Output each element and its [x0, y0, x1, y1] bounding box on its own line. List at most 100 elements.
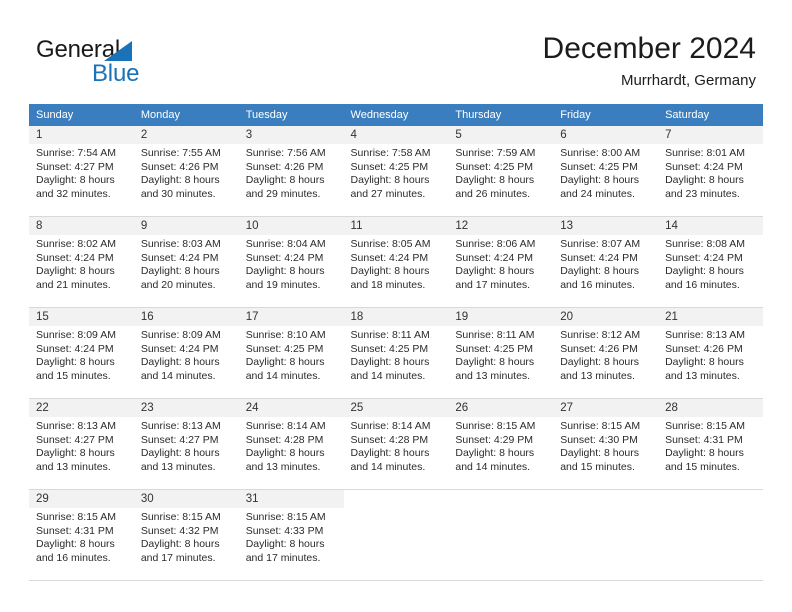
day-number: 10 — [238, 217, 344, 235]
calendar-day-cell[interactable]: 2 Sunrise: 7:55 AM Sunset: 4:26 PM Daylight… — [133, 126, 239, 217]
day-sun-info — [658, 508, 763, 511]
day-sun-info — [448, 508, 553, 511]
calendar-day-cell[interactable]: 12 Sunrise: 8:06 AM Sunset: 4:24 PM Dayligh… — [448, 216, 554, 308]
calendar-day-cell[interactable]: 8 Sunrise: 8:02 AM Sunset: 4:24 PM Daylight… — [29, 216, 134, 308]
sunset-time: Sunset: 4:24 PM — [140, 342, 219, 355]
calendar-day-cell[interactable]: 29 Sunrise: 8:15 AM Sunset: 4:31 PM Dayligh… — [29, 489, 134, 581]
day-cell-inner: 14 Sunrise: 8:08 AM Sunset: 4:24 PM Dayligh… — [658, 217, 763, 307]
day-cell-inner: 22 Sunrise: 8:13 AM Sunset: 4:27 PM Dayligh… — [29, 399, 134, 489]
calendar-day-cell[interactable]: 30 Sunrise: 8:15 AM Sunset: 4:32 PM Dayligh… — [133, 489, 239, 581]
calendar-day-cell[interactable]: 25 Sunrise: 8:14 AM Sunset: 4:28 PM Dayligh… — [343, 398, 449, 490]
calendar-day-cell[interactable]: 20 Sunrise: 8:12 AM Sunset: 4:26 PM Dayligh… — [553, 307, 659, 399]
day-sun-info: Sunrise: 8:10 AM Sunset: 4:25 PM Daylight:… — [239, 326, 344, 383]
day-number: 12 — [448, 217, 554, 235]
day-sun-info: Sunrise: 8:15 AM Sunset: 4:29 PM Daylight:… — [448, 417, 553, 474]
calendar-day-cell[interactable]: 22 Sunrise: 8:13 AM Sunset: 4:27 PM Dayligh… — [29, 398, 134, 490]
sunset-time: Sunset: 4:27 PM — [36, 433, 114, 446]
calendar-day-cell[interactable]: 14 Sunrise: 8:08 AM Sunset: 4:24 PM Dayligh… — [658, 216, 763, 308]
sunset-time: Sunset: 4:26 PM — [140, 160, 219, 173]
daylight-duration-line2: and 19 minutes. — [245, 278, 321, 291]
day-sun-info — [344, 508, 449, 511]
daylight-duration-line1: Daylight: 8 hours — [36, 538, 115, 551]
sunrise-time: Sunrise: 8:11 AM — [455, 329, 535, 341]
day-cell-inner: 21 Sunrise: 8:13 AM Sunset: 4:26 PM Dayligh… — [658, 308, 763, 398]
sunrise-time: Sunrise: 8:01 AM — [665, 147, 746, 159]
calendar-day-cell[interactable]: 7 Sunrise: 8:01 AM Sunset: 4:24 PM Daylight… — [658, 126, 763, 217]
day-cell-inner: 15 Sunrise: 8:09 AM Sunset: 4:24 PM Dayligh… — [29, 308, 134, 398]
daylight-duration-line2: and 16 minutes. — [665, 278, 740, 291]
calendar-day-cell[interactable]: 21 Sunrise: 8:13 AM Sunset: 4:26 PM Dayligh… — [658, 307, 763, 399]
sunrise-time: Sunrise: 8:04 AM — [245, 238, 326, 250]
calendar-day-cell[interactable]: 3 Sunrise: 7:56 AM Sunset: 4:26 PM Daylight… — [238, 126, 344, 217]
sunset-time: Sunset: 4:26 PM — [665, 342, 743, 355]
calendar-day-cell[interactable]: 5 Sunrise: 7:59 AM Sunset: 4:25 PM Daylight… — [448, 126, 554, 217]
general-blue-logo[interactable]: General Blue — [36, 36, 236, 92]
calendar-day-cell[interactable]: 13 Sunrise: 8:07 AM Sunset: 4:24 PM Dayligh… — [553, 216, 659, 308]
calendar-day-cell[interactable]: 10 Sunrise: 8:04 AM Sunset: 4:24 PM Dayligh… — [238, 216, 344, 308]
day-sun-info: Sunrise: 8:09 AM Sunset: 4:24 PM Daylight:… — [134, 326, 239, 383]
calendar-day-cell-empty — [553, 489, 659, 581]
calendar-week-row: 22 Sunrise: 8:13 AM Sunset: 4:27 PM Dayligh… — [29, 398, 763, 490]
calendar-day-cell[interactable]: 17 Sunrise: 8:10 AM Sunset: 4:25 PM Dayligh… — [238, 307, 344, 399]
sunrise-time: Sunrise: 8:02 AM — [36, 238, 116, 250]
calendar-day-cell[interactable]: 19 Sunrise: 8:11 AM Sunset: 4:25 PM Dayligh… — [448, 307, 554, 399]
daylight-duration-line1: Daylight: 8 hours — [140, 447, 220, 460]
day-sun-info: Sunrise: 8:09 AM Sunset: 4:24 PM Daylight:… — [29, 326, 134, 383]
sunset-time: Sunset: 4:31 PM — [665, 433, 743, 446]
sunset-time: Sunset: 4:24 PM — [665, 160, 743, 173]
sunset-time: Sunset: 4:25 PM — [350, 342, 429, 355]
day-number: 28 — [658, 399, 763, 417]
weekday-header-thursday: Thursday — [448, 104, 554, 126]
day-sun-info: Sunrise: 8:15 AM Sunset: 4:32 PM Daylight:… — [134, 508, 239, 565]
sunset-time: Sunset: 4:29 PM — [455, 433, 534, 446]
calendar-day-cell[interactable]: 27 Sunrise: 8:15 AM Sunset: 4:30 PM Dayligh… — [553, 398, 659, 490]
calendar-day-cell[interactable]: 1 Sunrise: 7:54 AM Sunset: 4:27 PM Daylight… — [29, 126, 134, 217]
daylight-duration-line1: Daylight: 8 hours — [350, 356, 430, 369]
day-number: 4 — [343, 126, 449, 144]
daylight-duration-line1: Daylight: 8 hours — [665, 356, 744, 369]
sunset-time: Sunset: 4:27 PM — [36, 160, 114, 173]
daylight-duration-line1: Daylight: 8 hours — [245, 538, 325, 551]
daylight-duration-line1: Daylight: 8 hours — [665, 447, 744, 460]
daylight-duration-line2: and 15 minutes. — [560, 460, 635, 473]
day-cell-inner: 25 Sunrise: 8:14 AM Sunset: 4:28 PM Dayligh… — [343, 399, 449, 489]
sunrise-time: Sunrise: 8:05 AM — [350, 238, 431, 250]
daylight-duration-line1: Daylight: 8 hours — [350, 174, 430, 187]
day-sun-info: Sunrise: 8:15 AM Sunset: 4:31 PM Daylight:… — [658, 417, 763, 474]
sunset-time: Sunset: 4:24 PM — [350, 251, 429, 264]
calendar-day-cell-empty — [343, 489, 449, 581]
calendar-day-cell[interactable]: 23 Sunrise: 8:13 AM Sunset: 4:27 PM Dayligh… — [133, 398, 239, 490]
daylight-duration-line2: and 16 minutes. — [560, 278, 635, 291]
sunrise-time: Sunrise: 8:15 AM — [36, 511, 116, 523]
calendar-week-row: 15 Sunrise: 8:09 AM Sunset: 4:24 PM Dayligh… — [29, 307, 763, 399]
day-number: 22 — [29, 399, 134, 417]
sunset-time: Sunset: 4:24 PM — [560, 251, 638, 264]
daylight-duration-line1: Daylight: 8 hours — [665, 174, 744, 187]
calendar-day-cell[interactable]: 16 Sunrise: 8:09 AM Sunset: 4:24 PM Dayligh… — [133, 307, 239, 399]
weekday-header-friday: Friday — [553, 104, 659, 126]
calendar-day-cell[interactable]: 4 Sunrise: 7:58 AM Sunset: 4:25 PM Daylight… — [343, 126, 449, 217]
calendar-day-cell[interactable]: 28 Sunrise: 8:15 AM Sunset: 4:31 PM Dayligh… — [658, 398, 763, 490]
calendar-day-cell[interactable]: 11 Sunrise: 8:05 AM Sunset: 4:24 PM Dayligh… — [343, 216, 449, 308]
calendar-day-cell[interactable]: 18 Sunrise: 8:11 AM Sunset: 4:25 PM Dayligh… — [343, 307, 449, 399]
day-cell-inner: 23 Sunrise: 8:13 AM Sunset: 4:27 PM Dayligh… — [133, 399, 239, 489]
sunset-time: Sunset: 4:24 PM — [665, 251, 743, 264]
day-number — [448, 490, 553, 508]
daylight-duration-line2: and 13 minutes. — [560, 369, 635, 382]
day-number: 30 — [133, 490, 239, 508]
day-number: 17 — [238, 308, 344, 326]
day-number: 15 — [29, 308, 134, 326]
calendar-day-cell[interactable]: 24 Sunrise: 8:14 AM Sunset: 4:28 PM Dayligh… — [238, 398, 344, 490]
calendar-day-cell[interactable]: 9 Sunrise: 8:03 AM Sunset: 4:24 PM Daylight… — [133, 216, 239, 308]
sunrise-time: Sunrise: 8:03 AM — [140, 238, 221, 250]
calendar-day-cell[interactable]: 31 Sunrise: 8:15 AM Sunset: 4:33 PM Dayligh… — [238, 489, 344, 581]
day-number: 1 — [29, 126, 134, 144]
calendar-day-cell[interactable]: 26 Sunrise: 8:15 AM Sunset: 4:29 PM Dayligh… — [448, 398, 554, 490]
day-sun-info: Sunrise: 8:13 AM Sunset: 4:27 PM Daylight:… — [134, 417, 239, 474]
day-cell-inner: 8 Sunrise: 8:02 AM Sunset: 4:24 PM Daylight… — [29, 217, 134, 307]
daylight-duration-line1: Daylight: 8 hours — [560, 265, 640, 278]
calendar-day-cell[interactable]: 6 Sunrise: 8:00 AM Sunset: 4:25 PM Daylight… — [553, 126, 659, 217]
sunset-time: Sunset: 4:32 PM — [140, 524, 219, 537]
daylight-duration-line1: Daylight: 8 hours — [36, 447, 115, 460]
calendar-day-cell[interactable]: 15 Sunrise: 8:09 AM Sunset: 4:24 PM Dayligh… — [29, 307, 134, 399]
